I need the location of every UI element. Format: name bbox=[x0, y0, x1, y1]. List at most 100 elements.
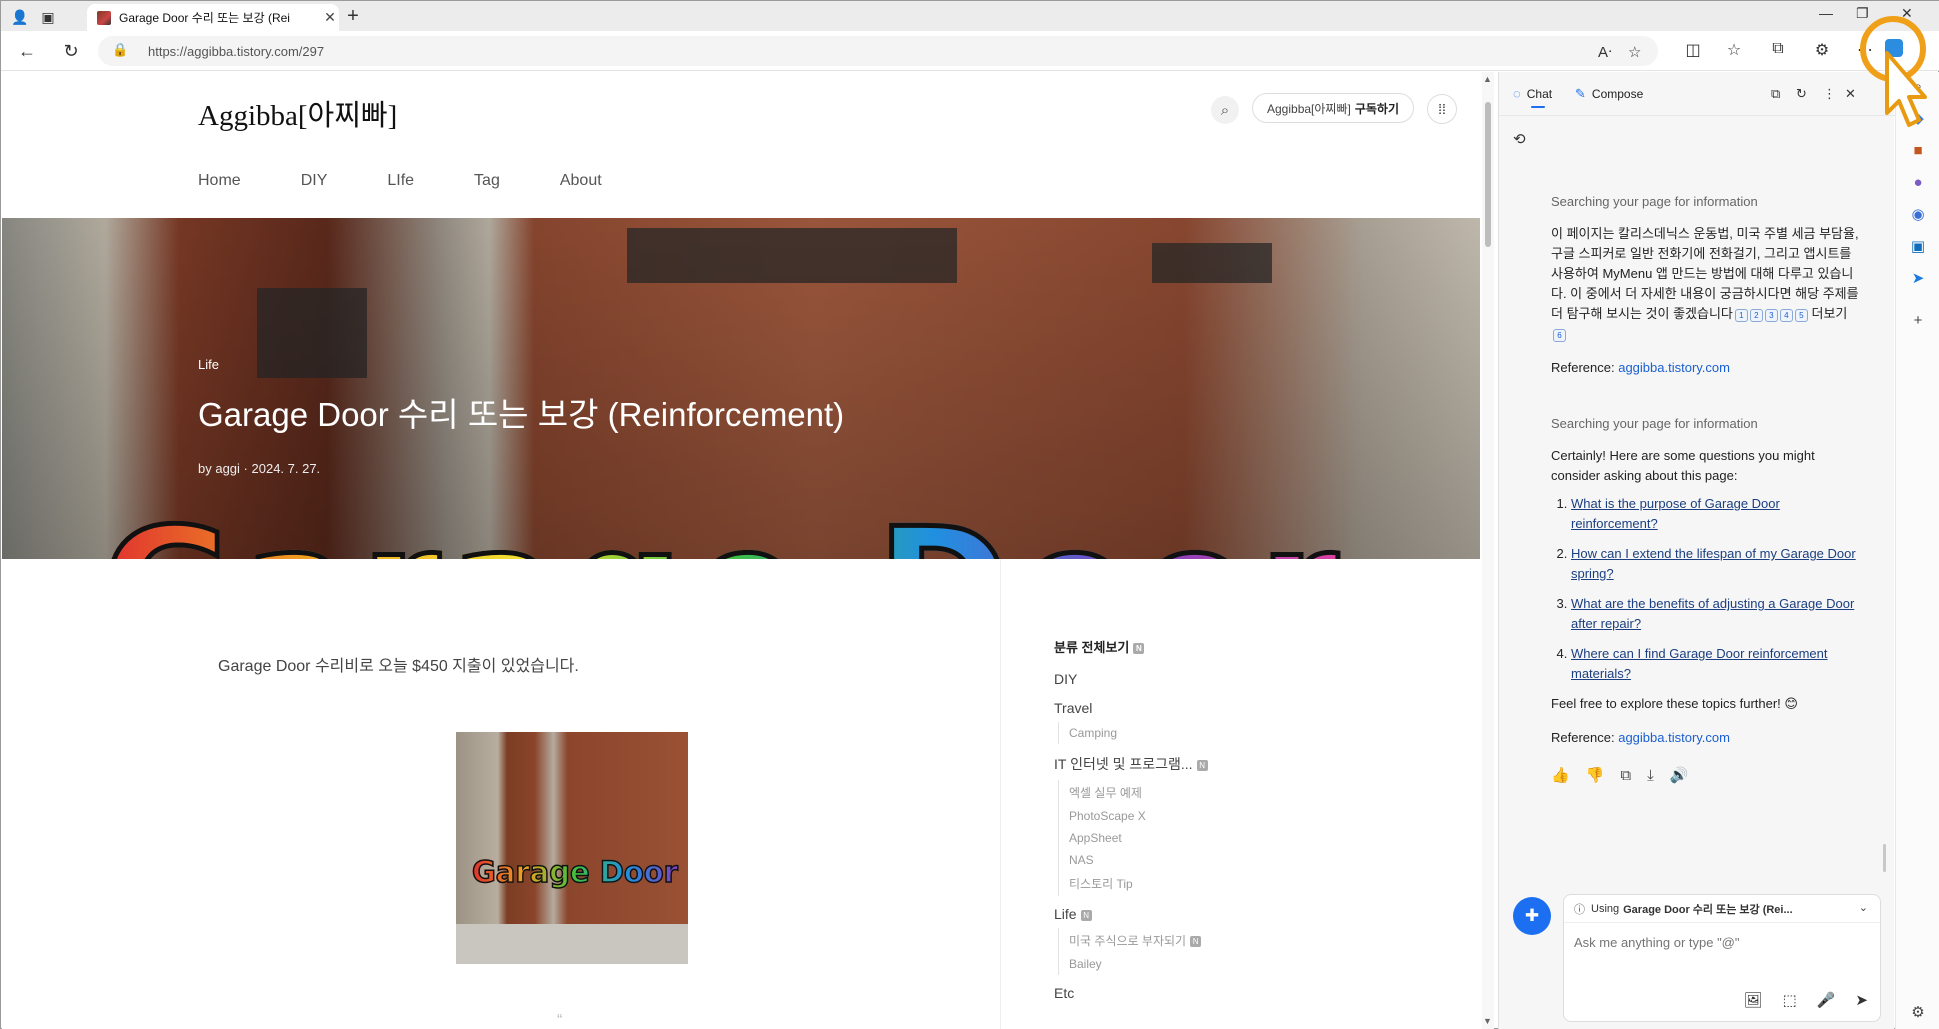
chat-input-box: ⓘ Using Garage Door 수리 또는 보강 (Rei... ⌄ 🖼… bbox=[1563, 894, 1881, 1022]
minimize-button[interactable]: — bbox=[1819, 5, 1833, 21]
subcategory-nas[interactable]: NAS bbox=[1069, 849, 1354, 871]
add-image-icon[interactable]: 🖼 bbox=[1744, 991, 1763, 1009]
subcategory-bailey[interactable]: Bailey bbox=[1069, 953, 1354, 975]
citation-2[interactable]: 2 bbox=[1749, 309, 1763, 322]
question-link[interactable]: What is the purpose of Garage Door reinf… bbox=[1571, 496, 1780, 531]
blog-logo[interactable]: Aggibba[아찌빠] bbox=[198, 92, 397, 134]
question-link[interactable]: Where can I find Garage Door reinforceme… bbox=[1571, 646, 1828, 681]
scroll-down-icon[interactable]: ▼ bbox=[1483, 1016, 1492, 1026]
favorite-star-icon[interactable]: ☆ bbox=[1628, 43, 1641, 61]
new-badge: N bbox=[1080, 910, 1092, 921]
tab-chat[interactable]: ◌ Chat bbox=[1513, 86, 1553, 108]
thumbs-up-icon[interactable]: 👍 bbox=[1551, 766, 1570, 786]
reference-2: Reference: aggibba.tistory.com bbox=[1551, 728, 1866, 748]
chevron-down-icon[interactable]: ⌄ bbox=[1859, 901, 1868, 914]
question-link[interactable]: What are the benefits of adjusting a Gar… bbox=[1571, 596, 1854, 631]
question-link[interactable]: How can I extend the lifespan of my Gara… bbox=[1571, 546, 1856, 581]
url-text[interactable]: https://aggibba.tistory.com/297 bbox=[148, 44, 324, 59]
citation-1[interactable]: 1 bbox=[1734, 309, 1748, 322]
category-travel[interactable]: Travel bbox=[1054, 700, 1354, 716]
tab-compose[interactable]: ✎ Compose bbox=[1575, 86, 1643, 102]
subcategory-tistory-tip[interactable]: 티스토리 Tip bbox=[1069, 871, 1354, 896]
new-tab-button[interactable]: + bbox=[341, 5, 365, 28]
tistory-menu-icon[interactable]: ⁞⁞ bbox=[1427, 94, 1457, 124]
tab-actions-icon[interactable]: ▣ bbox=[37, 6, 59, 28]
menu-home[interactable]: Home bbox=[198, 172, 241, 190]
page-scrollbar[interactable]: ▲ ▼ bbox=[1482, 72, 1494, 1029]
subcategory-photoscape[interactable]: PhotoScape X bbox=[1069, 805, 1354, 827]
favorites-icon[interactable]: ☆ bbox=[1723, 40, 1745, 60]
people-icon[interactable]: ● bbox=[1908, 172, 1928, 192]
open-in-tab-icon[interactable]: ⧉ bbox=[1771, 86, 1780, 102]
subcategory-camping[interactable]: Camping bbox=[1069, 722, 1354, 744]
chat-scrollbar[interactable] bbox=[1883, 844, 1886, 872]
extensions-icon[interactable]: ⚙ bbox=[1811, 40, 1833, 60]
history-icon[interactable]: ⟲ bbox=[1513, 130, 1526, 148]
copy-icon[interactable]: ⧉ bbox=[1620, 766, 1631, 786]
read-aloud-icon[interactable]: 🔊 bbox=[1670, 766, 1689, 786]
subscribe-button[interactable]: Aggibba[아찌빠] 구독하기 bbox=[1252, 93, 1414, 123]
new-badge: N bbox=[1133, 643, 1145, 654]
citation-4[interactable]: 4 bbox=[1779, 309, 1793, 322]
telegram-icon[interactable]: ➤ bbox=[1908, 268, 1928, 288]
menu-about[interactable]: About bbox=[560, 172, 602, 190]
citation-6[interactable]: 6 bbox=[1553, 329, 1566, 342]
copilot-more-icon[interactable]: ⋮ bbox=[1823, 86, 1836, 102]
chat-input[interactable] bbox=[1574, 935, 1864, 963]
image-driveway bbox=[456, 924, 688, 964]
menu-diy[interactable]: DIY bbox=[301, 172, 328, 190]
category-header[interactable]: 분류 전체보기 N bbox=[1054, 637, 1354, 656]
category-it[interactable]: IT 인터넷 및 프로그램... N bbox=[1054, 754, 1354, 774]
favicon-icon bbox=[97, 10, 111, 25]
blog-search-icon[interactable]: ⌕ bbox=[1211, 96, 1239, 124]
subcategory-list: Camping bbox=[1058, 722, 1354, 744]
refresh-button[interactable]: ↻ bbox=[59, 39, 83, 63]
subcategory-appsheet[interactable]: AppSheet bbox=[1069, 827, 1354, 849]
compose-icon: ✎ bbox=[1575, 86, 1586, 101]
image-caption-text: Garage Door bbox=[471, 854, 679, 890]
reference-link[interactable]: aggibba.tistory.com bbox=[1618, 730, 1730, 745]
microphone-icon[interactable]: 🎤 bbox=[1817, 991, 1836, 1009]
copilot-apps-icon[interactable]: ◉ bbox=[1908, 204, 1928, 224]
tab-active[interactable]: Garage Door 수리 또는 보강 (Rei ✕ bbox=[87, 4, 339, 31]
post-category[interactable]: Life bbox=[198, 357, 219, 372]
category-etc[interactable]: Etc bbox=[1054, 985, 1354, 1001]
screenshot-icon[interactable]: ⬚ bbox=[1783, 991, 1797, 1009]
back-button[interactable]: ← bbox=[15, 39, 39, 63]
refresh-chat-icon[interactable]: ↻ bbox=[1796, 86, 1807, 102]
page-context-selector[interactable]: ⓘ Using Garage Door 수리 또는 보강 (Rei... ⌄ bbox=[1564, 895, 1880, 923]
tab-chat-label: Chat bbox=[1526, 86, 1553, 101]
more-link[interactable]: 더보기 bbox=[1812, 306, 1848, 321]
tools-briefcase-icon[interactable]: ■ bbox=[1908, 140, 1928, 160]
reference-link[interactable]: aggibba.tistory.com bbox=[1618, 360, 1730, 375]
outlook-icon[interactable]: ▣ bbox=[1908, 236, 1928, 256]
subcategory-us-stocks[interactable]: 미국 주식으로 부자되기 N bbox=[1069, 928, 1354, 953]
collections-icon[interactable]: ⧉ bbox=[1767, 40, 1789, 58]
question-item: Where can I find Garage Door reinforceme… bbox=[1571, 644, 1866, 684]
category-life[interactable]: Life N bbox=[1054, 906, 1354, 922]
address-bar[interactable]: 🔒 https://aggibba.tistory.com/297 Aᐧ ☆ bbox=[98, 36, 1658, 66]
thumbs-down-icon[interactable]: 👎 bbox=[1586, 766, 1605, 786]
menu-tag[interactable]: Tag bbox=[474, 172, 500, 190]
tab-close-icon[interactable]: ✕ bbox=[321, 9, 339, 26]
reference-label: Reference: bbox=[1551, 360, 1615, 375]
profile-icon[interactable]: 👤 bbox=[9, 6, 31, 28]
scroll-up-icon[interactable]: ▲ bbox=[1483, 74, 1492, 84]
read-aloud-icon[interactable]: Aᐧ bbox=[1598, 43, 1612, 61]
citation-3[interactable]: 3 bbox=[1764, 309, 1778, 322]
sidebar-settings-gear-icon[interactable]: ⚙ bbox=[1908, 1002, 1928, 1022]
send-icon[interactable]: ➤ bbox=[1855, 991, 1868, 1009]
new-topic-icon[interactable]: ✚ bbox=[1513, 897, 1551, 935]
subcategory-excel[interactable]: 엑셀 실무 예제 bbox=[1069, 780, 1354, 805]
lock-icon[interactable]: 🔒 bbox=[112, 42, 128, 58]
citation-5[interactable]: 5 bbox=[1794, 309, 1808, 322]
context-title: Garage Door 수리 또는 보강 (Rei... bbox=[1623, 903, 1793, 916]
add-sidebar-app-icon[interactable]: + bbox=[1908, 310, 1928, 330]
scrollbar-thumb[interactable] bbox=[1485, 102, 1491, 247]
post-image[interactable]: Garage Door bbox=[456, 732, 688, 964]
split-screen-icon[interactable]: ◫ bbox=[1682, 40, 1704, 60]
category-diy[interactable]: DIY bbox=[1054, 671, 1354, 687]
menu-life[interactable]: LIfe bbox=[387, 172, 414, 190]
edge-sidebar: ⌕ ◆ ■ ● ◉ ▣ ➤ + ⚙ bbox=[1895, 72, 1939, 1029]
export-icon[interactable]: ⤓ bbox=[1647, 766, 1654, 786]
